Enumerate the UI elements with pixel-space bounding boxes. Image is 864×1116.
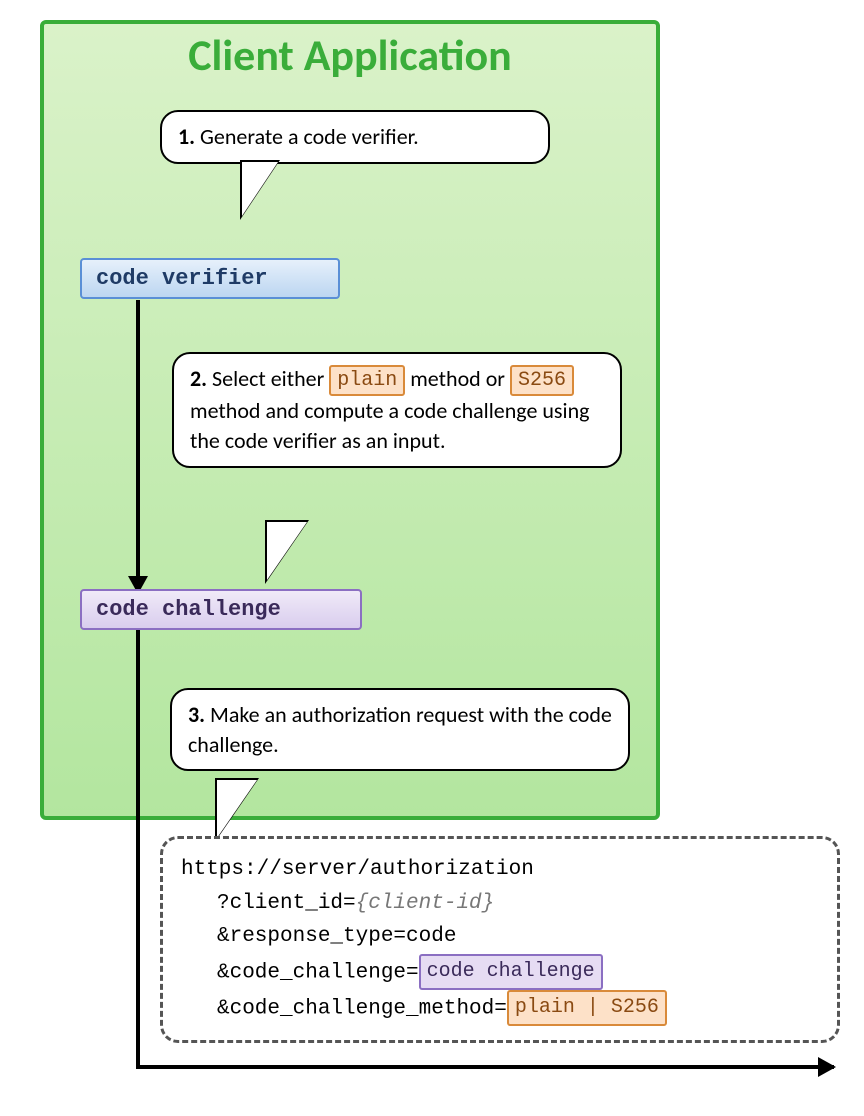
step-2-bubble: 2. Select either plain method or S256 me…: [172, 352, 622, 468]
code-challenge-chip: code challenge: [419, 954, 603, 990]
code-verifier-box: code verifier: [80, 258, 340, 299]
step-1-number: 1.: [178, 123, 195, 150]
request-client-id-placeholder: {client-id}: [356, 892, 495, 915]
client-application-title: Client Application: [40, 28, 660, 82]
step-2-number: 2.: [190, 365, 207, 392]
request-response-type: &response_type=code: [181, 920, 819, 954]
step-2-text-post: method and compute a code challenge usin…: [190, 397, 590, 454]
plain-chip: plain: [329, 365, 405, 396]
speech-tail-icon: [240, 160, 280, 220]
pkce-diagram: Client Application 1. Generate a code ve…: [20, 20, 844, 1096]
step-3-number: 3.: [188, 701, 205, 728]
s256-chip: S256: [510, 365, 574, 396]
step-1-text: Generate a code verifier.: [200, 123, 419, 150]
step-2-text-pre: Select either: [212, 365, 329, 392]
request-code-challenge-method-key: &code_challenge_method=: [217, 997, 507, 1020]
request-client-id-key: ?client_id=: [217, 892, 356, 915]
step-2-text-mid: method or: [410, 365, 510, 392]
method-chip: plain | S256: [507, 990, 667, 1026]
flow-arrow-vertical: [136, 300, 140, 1065]
request-line-url: https://server/authorization: [181, 853, 819, 887]
code-challenge-box: code challenge: [80, 589, 362, 630]
step-3-bubble: 3. Make an authorization request with th…: [170, 688, 630, 771]
step-1-bubble: 1. Generate a code verifier.: [160, 110, 550, 164]
authorization-request-box: https://server/authorization ?client_id=…: [160, 836, 840, 1043]
flow-arrow-horizontal: [136, 1065, 834, 1069]
speech-tail-icon: [215, 778, 259, 842]
request-code-challenge-key: &code_challenge=: [217, 961, 419, 984]
step-3-text: Make an authorization request with the c…: [188, 701, 612, 758]
speech-tail-icon: [265, 520, 309, 584]
